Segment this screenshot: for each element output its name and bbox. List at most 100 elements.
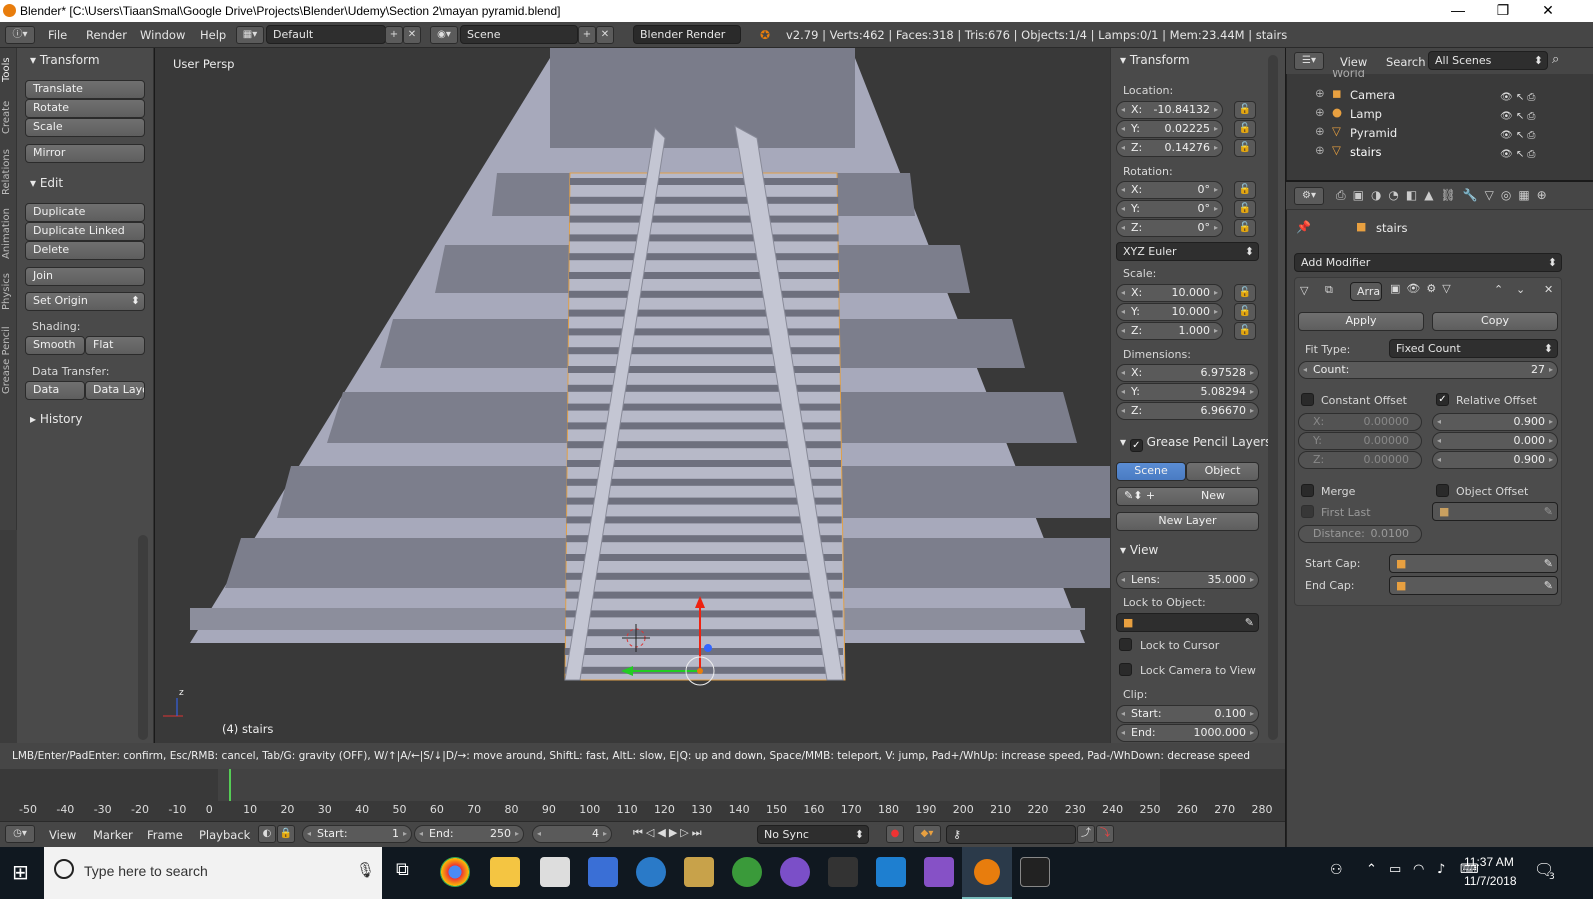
expand-icon[interactable]: ⊕ — [1315, 105, 1325, 119]
playhead[interactable] — [229, 769, 231, 801]
add-modifier-select[interactable]: Add Modifier ⬍ — [1294, 253, 1562, 272]
gp-scene-button[interactable]: Scene — [1116, 462, 1186, 481]
history-panel-header[interactable]: ▸ History — [30, 412, 83, 426]
sync-mode-select[interactable]: No Sync ⬍ — [757, 825, 869, 844]
outliner-search-menu[interactable]: Search — [1386, 55, 1426, 69]
tab-grease-pencil[interactable]: Grease Pencil — [1, 322, 16, 398]
rotation-mode-select[interactable]: XYZ Euler ⬍ — [1116, 242, 1259, 261]
gp-new-button[interactable]: ✎⬍ + New — [1116, 487, 1259, 506]
rotation-y-field[interactable]: ◂ Y: 0° ▸ — [1116, 200, 1223, 218]
timeline-frame-menu[interactable]: Frame — [147, 828, 183, 842]
app-icon[interactable] — [780, 857, 810, 887]
vscode-icon[interactable] — [876, 857, 906, 887]
duplicate-linked-button[interactable]: Duplicate Linked — [25, 222, 145, 241]
location-z-field[interactable]: ◂ Z: 0.14276 ▸ — [1116, 139, 1223, 157]
location-y-field[interactable]: ◂ Y: 0.02225 ▸ — [1116, 120, 1223, 138]
copy-button[interactable]: Copy — [1432, 312, 1558, 331]
collapse-icon[interactable]: ▽ — [1300, 284, 1308, 297]
add-scene-icon[interactable]: + — [578, 26, 596, 44]
tab-relations[interactable]: Relations — [1, 146, 16, 198]
remove-scene-icon[interactable]: ✕ — [596, 26, 614, 44]
apply-button[interactable]: Apply — [1298, 312, 1424, 331]
scale-y-field[interactable]: ◂ Y: 10.000 ▸ — [1116, 303, 1223, 321]
const-offset-z-field[interactable]: Z: 0.00000 — [1298, 451, 1422, 469]
outliner-view-menu[interactable]: View — [1340, 55, 1367, 69]
search-icon[interactable]: ⌕ — [1552, 52, 1559, 67]
3d-viewport[interactable]: User Persp (4) stairs z — [155, 48, 1110, 743]
view-panel-header[interactable]: ▾ View — [1120, 543, 1158, 557]
timeline-view-menu[interactable]: View — [49, 828, 76, 842]
visibility-icons[interactable]: 👁 ↖ ⎙ — [1500, 107, 1555, 126]
first-last-checkbox[interactable] — [1301, 505, 1314, 518]
constant-offset-checkbox[interactable] — [1301, 393, 1314, 406]
app-icon[interactable] — [732, 857, 762, 887]
lock-scale-x-icon[interactable]: 🔓 — [1234, 284, 1256, 302]
app-icon[interactable] — [636, 857, 666, 887]
lock-location-z-icon[interactable]: 🔓 — [1234, 139, 1256, 157]
gp-new-layer-button[interactable]: New Layer — [1116, 512, 1259, 531]
menu-window[interactable]: Window — [140, 28, 185, 42]
lock-to-cursor-checkbox[interactable] — [1119, 638, 1132, 651]
menu-help[interactable]: Help — [200, 28, 226, 42]
expand-icon[interactable]: ⊕ — [1315, 124, 1325, 138]
timeline[interactable]: -50 -40 -30 -20 -10 0 10 20 30 40 50 60 70 80 90 100 110… — [0, 769, 1285, 821]
network-icon[interactable]: ◠ — [1413, 862, 1424, 877]
scene-field[interactable]: Scene — [460, 25, 578, 44]
rotation-z-field[interactable]: ◂ Z: 0° ▸ — [1116, 219, 1223, 237]
taskbar-search-box[interactable]: Type here to search 🎙 — [44, 847, 382, 899]
property-context-tabs[interactable]: ⎙▣◑◔◧▲⛓🔧▽◎▦⊕ — [1336, 188, 1591, 206]
delete-keyframe-icon[interactable]: ⤵ — [1096, 825, 1114, 843]
battery-icon[interactable]: ▭ — [1389, 862, 1401, 877]
relative-offset-checkbox[interactable]: ✓ — [1436, 393, 1449, 406]
pin-icon[interactable]: 📌 — [1296, 220, 1311, 234]
offset-object-field[interactable]: ■ ✎ — [1432, 502, 1558, 521]
delete-button[interactable]: Delete — [25, 241, 145, 260]
scale-x-field[interactable]: ◂ X: 10.000 ▸ — [1116, 284, 1223, 302]
lock-location-y-icon[interactable]: 🔓 — [1234, 120, 1256, 138]
clip-start-field[interactable]: ◂ Start: 0.100 ▸ — [1116, 705, 1259, 723]
merge-checkbox[interactable] — [1301, 484, 1314, 497]
screen-layout-icon[interactable]: ▦▾ — [236, 26, 264, 44]
join-button[interactable]: Join — [25, 267, 145, 286]
move-down-icon[interactable]: ⌄ — [1516, 283, 1525, 296]
clock-date[interactable]: 11/7/2018 — [1464, 874, 1517, 888]
file-explorer-icon[interactable] — [490, 857, 520, 887]
record-icon[interactable]: ● — [886, 825, 904, 843]
notepad-icon[interactable] — [540, 857, 570, 887]
visibility-icons[interactable]: 👁 ↖ ⎙ — [1500, 88, 1555, 107]
modifier-name-field[interactable]: Arra — [1350, 282, 1382, 301]
microphone-icon[interactable]: 🎙 — [356, 861, 375, 879]
tab-create[interactable]: Create — [1, 96, 16, 138]
lock-scale-z-icon[interactable]: 🔓 — [1234, 322, 1256, 340]
n-panel-scrollbar[interactable] — [1268, 55, 1278, 740]
rel-offset-y-field[interactable]: ◂ 0.000 ▸ — [1432, 432, 1558, 450]
expand-icon[interactable]: ⊕ — [1315, 143, 1325, 157]
remove-modifier-icon[interactable]: ✕ — [1544, 283, 1553, 296]
lock-rotation-x-icon[interactable]: 🔓 — [1234, 181, 1256, 199]
clock-time[interactable]: 11:37 AM — [1464, 855, 1514, 869]
app-icon[interactable] — [588, 857, 618, 887]
rel-offset-x-field[interactable]: ◂ 0.900 ▸ — [1432, 413, 1558, 431]
grease-pencil-header[interactable]: ▾ ✓ Grease Pencil Layers — [1120, 435, 1271, 452]
remove-layout-icon[interactable]: ✕ — [403, 26, 421, 44]
rotate-button[interactable]: Rotate — [25, 99, 145, 118]
timeline-playback-menu[interactable]: Playback — [199, 828, 250, 842]
insert-keyframe-icon[interactable]: ⤴ — [1077, 825, 1095, 843]
render-engine-select[interactable]: Blender Render — [633, 25, 741, 44]
modifier-display-toggles[interactable]: ▣👁⚙▽ — [1390, 282, 1485, 301]
rotation-x-field[interactable]: ◂ X: 0° ▸ — [1116, 181, 1223, 199]
const-offset-x-field[interactable]: X: 0.00000 — [1298, 413, 1422, 431]
screen-layout-field[interactable]: Default — [266, 25, 386, 44]
task-view-icon[interactable]: ⧉ — [396, 859, 409, 880]
end-cap-field[interactable]: ■ ✎ — [1389, 576, 1558, 595]
preview-range-icon[interactable]: ◐ — [258, 825, 276, 843]
close-button[interactable]: ✕ — [1525, 0, 1571, 22]
set-origin-dropdown[interactable]: Set Origin ⬍ — [25, 292, 145, 311]
menu-render[interactable]: Render — [86, 28, 127, 42]
dimensions-x-field[interactable]: ◂ X: 6.97528 ▸ — [1116, 364, 1259, 382]
lock-rotation-y-icon[interactable]: 🔓 — [1234, 200, 1256, 218]
scale-z-field[interactable]: ◂ Z: 1.000 ▸ — [1116, 322, 1223, 340]
distance-field[interactable]: Distance: 0.0100 — [1298, 525, 1422, 543]
blender-taskbar-item[interactable] — [962, 847, 1012, 899]
tab-tools[interactable]: Tools — [1, 54, 16, 86]
